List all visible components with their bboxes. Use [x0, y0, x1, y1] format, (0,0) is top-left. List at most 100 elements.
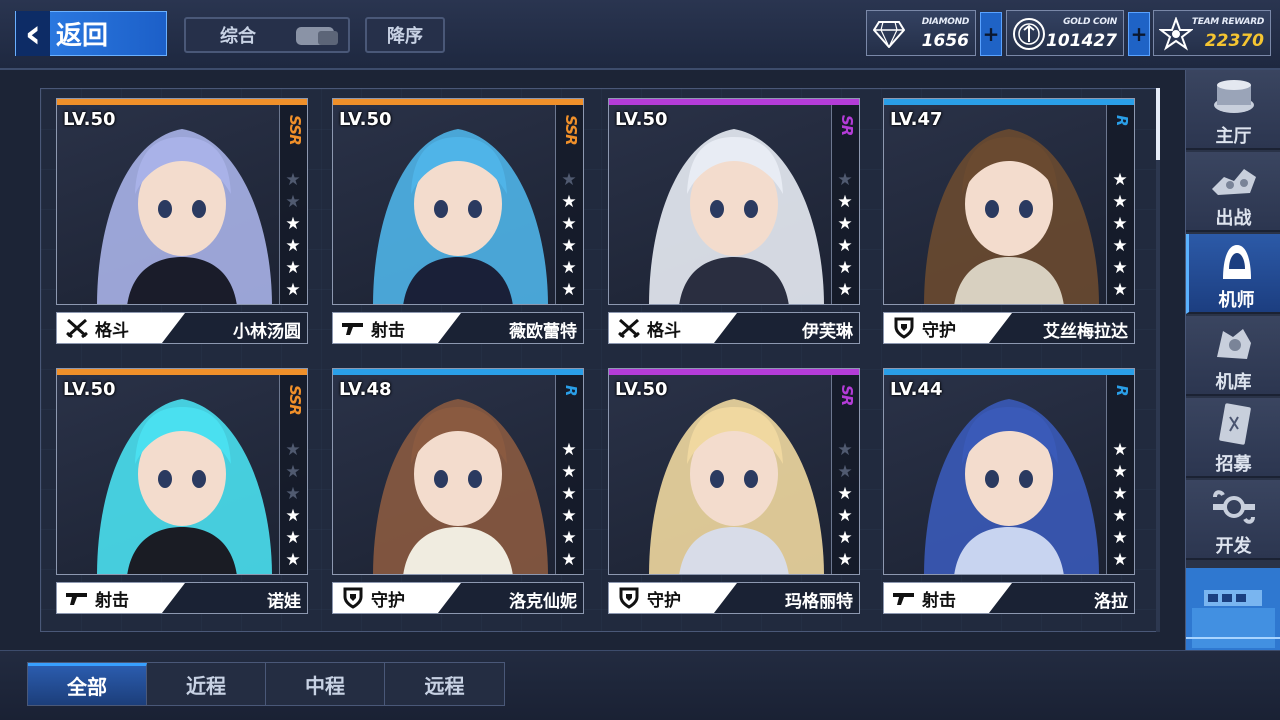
pilot-info-bar: 射击 薇欧蕾特: [332, 312, 584, 344]
star-icon: ★: [285, 258, 301, 278]
rarity-stripe: [57, 369, 307, 375]
star-rating: ★ ★ ★ ★ ★ ★: [283, 171, 303, 300]
tab-mid-range[interactable]: 中程: [266, 663, 385, 705]
pilot-level: LV.50: [615, 379, 668, 400]
rarity-column: SSR ★ ★ ★ ★ ★ ★: [279, 105, 307, 304]
gun-icon: [892, 588, 916, 608]
pilot-role-label: 射击: [95, 590, 129, 611]
star-icon: ★: [561, 440, 577, 460]
sidebar-item-main-hall[interactable]: 主厅: [1186, 70, 1280, 150]
tab-all[interactable]: 全部: [28, 663, 147, 705]
pilot-icon: [1213, 240, 1261, 282]
star-rating: ★ ★ ★ ★ ★ ★: [559, 171, 579, 300]
star-icon: ★: [837, 280, 853, 300]
pilot-card[interactable]: LV.50 SSR ★ ★ ★ ★ ★ ★ 射击 诺娃: [56, 368, 308, 616]
sort-criteria-toggle[interactable]: 综合: [184, 17, 350, 53]
star-icon: ★: [837, 440, 853, 460]
pilot-card[interactable]: LV.50 SSR ★ ★ ★ ★ ★ ★ 格斗 小林汤圆: [56, 98, 308, 346]
sidebar-item-recruit[interactable]: 招募: [1186, 398, 1280, 478]
pilot-info-bar: 守护 洛克仙妮: [332, 582, 584, 614]
gun-icon: [341, 318, 365, 338]
rarity-column: R ★ ★ ★ ★ ★ ★: [555, 375, 583, 574]
pilot-role-label: 格斗: [95, 320, 129, 341]
pilot-name: 伊芙琳: [802, 322, 853, 342]
rarity-badge: SSR: [286, 385, 304, 415]
pilot-portrait: LV.50 SR ★ ★ ★ ★ ★ ★: [608, 98, 860, 305]
pilot-level: LV.50: [63, 379, 116, 400]
pilot-info-bar: 格斗 小林汤圆: [56, 312, 308, 344]
pilot-role: 格斗: [609, 313, 737, 343]
scrollbar-thumb[interactable]: [1156, 88, 1160, 160]
chevron-left-icon: ‹: [16, 11, 50, 57]
pilot-role: 格斗: [57, 313, 185, 343]
sidebar-item-label: 主厅: [1215, 126, 1252, 147]
pilot-card[interactable]: LV.47 R ★ ★ ★ ★ ★ ★ 守护 艾丝梅拉达: [883, 98, 1135, 346]
rarity-stripe: [333, 99, 583, 105]
rarity-badge: R: [1113, 385, 1131, 396]
pilot-level: LV.50: [63, 109, 116, 130]
star-icon: ★: [837, 236, 853, 256]
tab-close-range[interactable]: 近程: [147, 663, 266, 705]
crossed-swords-icon: [65, 318, 89, 338]
right-sidebar: 主厅 出战 机师 机库 招募 开发: [1185, 70, 1280, 650]
recruit-card-icon: [1210, 403, 1258, 446]
star-icon: ★: [837, 214, 853, 234]
star-icon: ★: [837, 462, 853, 482]
pilot-name: 薇欧蕾特: [509, 322, 577, 342]
sidebar-item-development[interactable]: 开发: [1186, 480, 1280, 560]
scrollbar-track[interactable]: [1156, 88, 1160, 632]
rarity-column: SR ★ ★ ★ ★ ★ ★: [831, 105, 859, 304]
crossed-swords-icon: [617, 318, 641, 338]
star-icon: ★: [837, 550, 853, 570]
team-reward-star-icon: [1158, 16, 1194, 52]
add-gold-button[interactable]: +: [1128, 12, 1150, 56]
pilot-card[interactable]: LV.50 SR ★ ★ ★ ★ ★ ★ 格斗 伊芙琳: [608, 98, 860, 346]
star-icon: ★: [561, 528, 577, 548]
star-icon: ★: [285, 506, 301, 526]
back-button[interactable]: ‹ 返回: [15, 11, 167, 57]
tab-label: 近程: [186, 673, 226, 698]
pilot-info-bar: 射击 诺娃: [56, 582, 308, 614]
star-icon: ★: [285, 528, 301, 548]
rarity-badge: SR: [838, 385, 856, 406]
star-icon: ★: [1112, 258, 1128, 278]
pilot-portrait: LV.50 SSR ★ ★ ★ ★ ★ ★: [332, 98, 584, 305]
star-icon: ★: [837, 484, 853, 504]
star-rating: ★ ★ ★ ★ ★ ★: [835, 441, 855, 570]
sidebar-item-label: 机库: [1215, 372, 1252, 393]
plus-icon: +: [1130, 22, 1148, 46]
rarity-stripe: [884, 99, 1134, 105]
pilot-card[interactable]: LV.48 R ★ ★ ★ ★ ★ ★ 守护 洛克仙妮: [332, 368, 584, 616]
star-icon: ★: [561, 280, 577, 300]
star-icon: ★: [285, 440, 301, 460]
pilot-level: LV.50: [615, 109, 668, 130]
pilot-portrait: LV.50 SR ★ ★ ★ ★ ★ ★: [608, 368, 860, 575]
sidebar-item-battle[interactable]: 出战: [1186, 152, 1280, 232]
star-icon: ★: [837, 506, 853, 526]
star-icon: ★: [1112, 214, 1128, 234]
star-icon: ★: [561, 192, 577, 212]
tab-long-range[interactable]: 远程: [385, 663, 504, 705]
star-icon: ★: [1112, 506, 1128, 526]
rarity-badge: SR: [838, 115, 856, 136]
battle-icon: [1210, 158, 1258, 200]
pilot-role: 守护: [609, 583, 737, 613]
sort-order-button[interactable]: 降序: [365, 17, 445, 53]
star-icon: ★: [285, 192, 301, 212]
main-hall-icon: [1210, 76, 1258, 118]
base-minimap[interactable]: [1186, 568, 1280, 650]
pilot-name: 洛拉: [1094, 592, 1128, 612]
sidebar-item-pilot[interactable]: 机师: [1186, 234, 1280, 314]
pilot-card[interactable]: LV.50 SR ★ ★ ★ ★ ★ ★ 守护 玛格丽特: [608, 368, 860, 616]
star-icon: ★: [285, 280, 301, 300]
add-diamond-button[interactable]: +: [980, 12, 1002, 56]
sidebar-item-hangar[interactable]: 机库: [1186, 316, 1280, 396]
pilot-level: LV.44: [890, 379, 943, 400]
star-icon: ★: [285, 214, 301, 234]
pilot-card[interactable]: LV.50 SSR ★ ★ ★ ★ ★ ★ 射击 薇欧蕾特: [332, 98, 584, 346]
rarity-stripe: [609, 99, 859, 105]
star-icon: ★: [285, 170, 301, 190]
pilot-name: 诺娃: [267, 592, 301, 612]
pilot-level: LV.47: [890, 109, 943, 130]
pilot-card[interactable]: LV.44 R ★ ★ ★ ★ ★ ★ 射击 洛拉: [883, 368, 1135, 616]
